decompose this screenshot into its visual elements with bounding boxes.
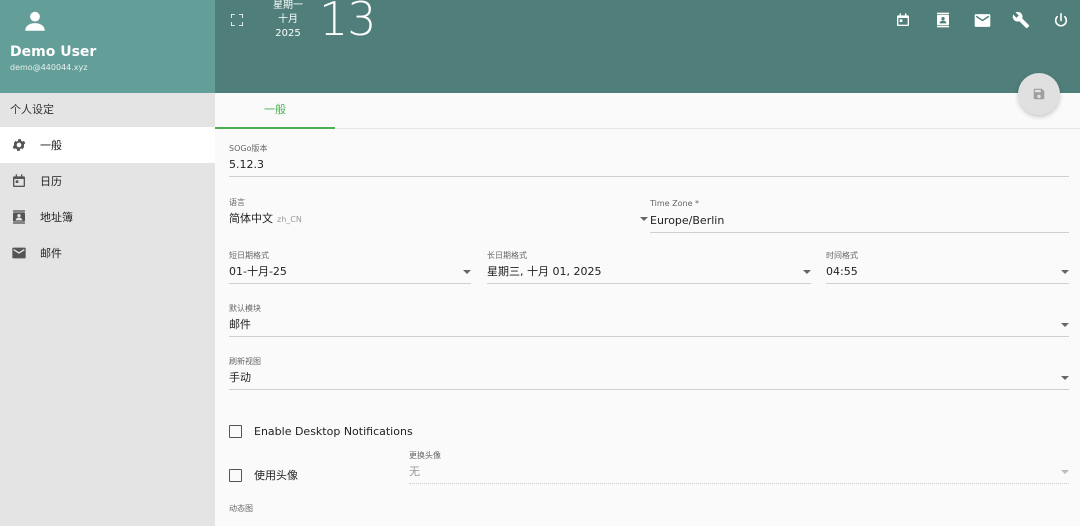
sidebar: Demo User demo@440044.xyz 个人设定 一般 日历 地址簿…	[0, 0, 215, 526]
save-button[interactable]	[1018, 73, 1060, 115]
animation-label: 动态图	[229, 504, 253, 513]
language-select[interactable]: 语言 简体中文 zh_CN	[229, 197, 648, 231]
gear-icon	[10, 136, 28, 154]
timezone-input[interactable]: Time Zone * Europe/Berlin	[650, 199, 1069, 233]
fullscreen-icon[interactable]	[231, 14, 243, 26]
preferences-panel: 一般 SOGo版本 5.12.3 语言 简体中文 zh_CN Time Zone …	[215, 73, 1080, 526]
refresh-view-label: 刷新视图	[229, 357, 261, 366]
chevron-down-icon	[463, 270, 471, 274]
avatar-icon	[25, 11, 45, 31]
default-module-text: 邮件	[229, 318, 251, 331]
short-date-select[interactable]: 短日期格式 01-十月-25	[229, 250, 471, 284]
default-module-select[interactable]: 默认模块 邮件	[229, 303, 1069, 337]
month: 十月	[278, 14, 298, 25]
sidebar-item-label: 日历	[40, 175, 62, 188]
refresh-view-value[interactable]: 手动	[229, 368, 1069, 390]
day-number: 13	[319, 0, 377, 46]
tab-bar: 一般	[215, 93, 1080, 129]
language-code: zh_CN	[277, 215, 302, 224]
contacts-icon	[10, 208, 28, 226]
user-email: demo@440044.xyz	[10, 63, 88, 72]
chevron-down-icon	[1061, 270, 1069, 274]
chevron-down-icon	[1061, 323, 1069, 327]
long-date-label: 长日期格式	[487, 251, 527, 260]
timezone-value[interactable]: Europe/Berlin	[650, 211, 1069, 233]
language-value[interactable]: 简体中文 zh_CN	[229, 209, 648, 231]
checkbox-box[interactable]	[229, 425, 242, 438]
user-box: Demo User demo@440044.xyz	[0, 0, 215, 93]
refresh-view-select[interactable]: 刷新视图 手动	[229, 356, 1069, 390]
sidebar-item-general[interactable]: 一般	[0, 127, 215, 163]
sidebar-section-title: 个人设定	[10, 103, 54, 116]
sidebar-item-label: 地址簿	[40, 211, 73, 224]
checkbox-box[interactable]	[229, 468, 242, 482]
language-name: 简体中文	[229, 212, 273, 225]
time-format-label: 时间格式	[826, 251, 858, 260]
save-icon	[1033, 88, 1045, 100]
long-date-text: 星期三, 十月 01, 2025	[487, 265, 602, 278]
sidebar-item-label: 一般	[40, 139, 62, 152]
short-date-text: 01-十月-25	[229, 265, 287, 278]
contacts-icon[interactable]	[933, 10, 953, 30]
default-module-label: 默认模块	[229, 304, 261, 313]
top-bar: 星期一 十月 2025 13	[215, 0, 1080, 93]
calendar-icon[interactable]	[893, 10, 913, 30]
long-date-value[interactable]: 星期三, 十月 01, 2025	[487, 262, 811, 284]
time-format-value[interactable]: 04:55	[826, 262, 1069, 284]
default-module-value[interactable]: 邮件	[229, 315, 1069, 337]
power-icon[interactable]	[1051, 10, 1071, 30]
wrench-icon[interactable]	[1011, 10, 1031, 30]
language-label: 语言	[229, 198, 245, 207]
chevron-down-icon	[640, 217, 648, 221]
mail-icon	[10, 244, 28, 262]
alternate-avatar-label: 更换头像	[409, 451, 441, 460]
tab-general[interactable]: 一般	[215, 93, 335, 129]
sidebar-item-addressbook[interactable]: 地址簿	[0, 199, 215, 235]
timezone-label: Time Zone *	[650, 199, 700, 208]
sidebar-item-label: 邮件	[40, 247, 62, 260]
long-date-select[interactable]: 长日期格式 星期三, 十月 01, 2025	[487, 250, 811, 284]
sidebar-item-mail[interactable]: 邮件	[0, 235, 215, 271]
alternate-avatar-value: 无	[409, 462, 1069, 484]
alternate-avatar-select: 更换头像 无	[409, 450, 1069, 484]
weekday: 星期一	[273, 0, 303, 11]
year: 2025	[275, 28, 301, 39]
mail-icon[interactable]	[972, 10, 992, 30]
sidebar-item-calendar[interactable]: 日历	[0, 163, 215, 199]
user-name: Demo User	[10, 44, 97, 60]
calendar-icon	[10, 172, 28, 190]
sogo-version-field: SOGo版本 5.12.3	[229, 143, 1069, 177]
time-format-text: 04:55	[826, 265, 858, 278]
use-avatar-label: 使用头像	[254, 469, 298, 482]
refresh-view-text: 手动	[229, 371, 251, 384]
desktop-notifications-checkbox[interactable]: Enable Desktop Notifications	[229, 425, 413, 438]
date-small: 星期一 十月 2025	[265, 0, 311, 41]
chevron-down-icon	[803, 270, 811, 274]
animation-field: 动态图	[229, 503, 1069, 515]
chevron-down-icon	[1061, 376, 1069, 380]
sogo-version-value: 5.12.3	[229, 155, 1069, 177]
short-date-value[interactable]: 01-十月-25	[229, 262, 471, 284]
use-avatar-checkbox[interactable]: 使用头像	[229, 467, 298, 483]
time-format-select[interactable]: 时间格式 04:55	[826, 250, 1069, 284]
short-date-label: 短日期格式	[229, 251, 269, 260]
alternate-avatar-text: 无	[409, 465, 420, 478]
sogo-version-label: SOGo版本	[229, 144, 268, 153]
chevron-down-icon	[1061, 470, 1069, 474]
desktop-notifications-label: Enable Desktop Notifications	[254, 425, 413, 438]
